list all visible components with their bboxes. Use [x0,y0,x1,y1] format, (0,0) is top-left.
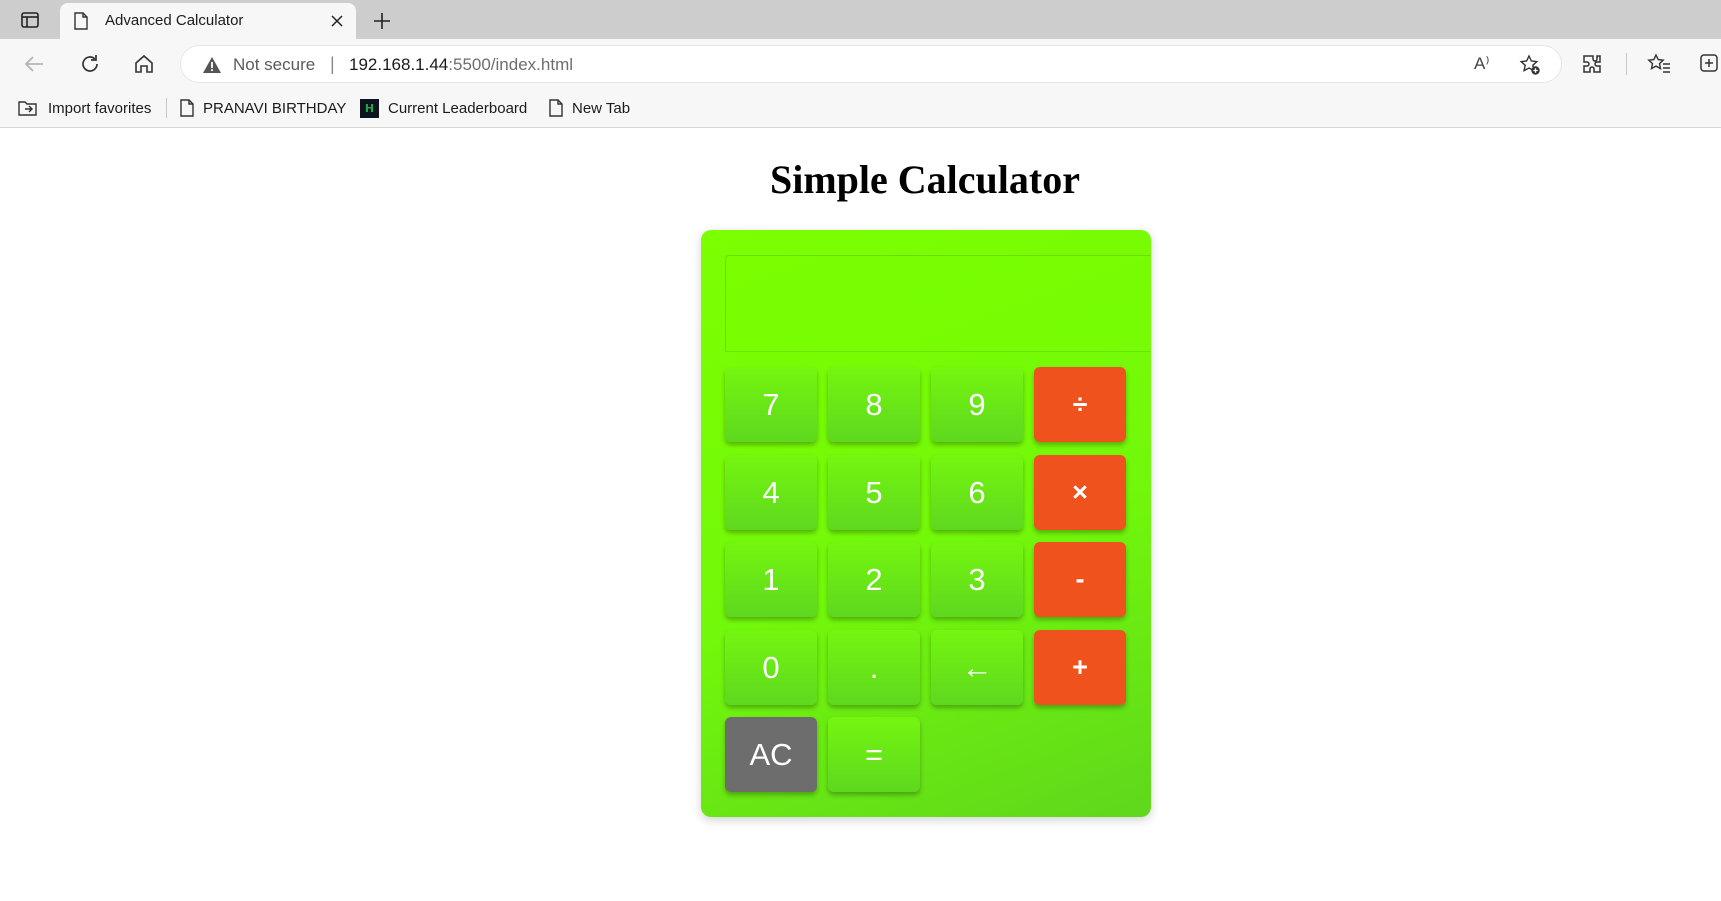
divide-button[interactable]: ÷ [1034,367,1126,442]
multiply-button[interactable]: × [1034,455,1126,530]
key-6[interactable]: 6 [931,455,1023,530]
url-host: 192.168.1.44 [349,55,449,74]
key-4[interactable]: 4 [725,455,817,530]
security-label[interactable]: Not secure [233,55,315,75]
key-7[interactable]: 7 [725,367,817,442]
bookmark-label: New Tab [572,99,631,117]
bookmark-label: Import favorites [48,99,152,117]
bookmark-current-leaderboard[interactable]: H Current Leaderboard [360,96,527,120]
page-icon [180,99,194,117]
toolbar-divider [1626,53,1627,75]
hackerrank-logo-icon: H [360,98,379,118]
key-8[interactable]: 8 [828,367,920,442]
bookmarks-bar: Import favorites PRANAVI BIRTHDAY H Curr… [0,88,1721,128]
page-title: Simple Calculator [770,157,1080,202]
address-separator: | [330,54,335,74]
warning-icon[interactable] [202,56,222,79]
add-button[interactable]: + [1034,630,1126,705]
bookmark-label: Current Leaderboard [388,99,528,117]
favorites-icon[interactable] [1644,49,1674,79]
import-favorites-icon [18,101,37,116]
bookmark-pranavi-birthday[interactable]: PRANAVI BIRTHDAY [180,96,346,120]
url-path: :5500/index.html [448,55,574,74]
key-1[interactable]: 1 [725,542,817,617]
home-icon[interactable] [129,49,159,79]
key-9[interactable]: 9 [931,367,1023,442]
browser-toolbar: Not secure | 192.168.1.44:5500/index.htm… [0,39,1721,88]
bookmark-import-favorites[interactable]: Import favorites [17,96,151,120]
page-icon [74,12,88,35]
active-tab[interactable]: Advanced Calculator [60,3,356,39]
page-icon [549,99,563,117]
key-5[interactable]: 5 [828,455,920,530]
tab-title: Advanced Calculator [105,12,244,29]
key-0[interactable]: 0 [725,630,817,705]
clear-button[interactable]: AC [725,717,817,792]
tab-actions-icon[interactable] [14,6,46,34]
equals-button[interactable]: = [828,717,920,792]
backspace-button[interactable]: ← [931,630,1023,705]
bookmarks-divider [166,98,167,118]
add-favorite-icon[interactable] [1519,54,1541,81]
read-aloud-icon[interactable]: A⁾ [1474,54,1490,74]
subtract-button[interactable]: - [1034,542,1126,617]
tab-strip: Advanced Calculator [0,0,1721,39]
bookmark-new-tab[interactable]: New Tab [549,96,630,120]
calculator-display[interactable] [725,255,1151,352]
bookmark-label: PRANAVI BIRTHDAY [203,99,347,117]
decimal-button[interactable]: . [828,630,920,705]
key-2[interactable]: 2 [828,542,920,617]
extensions-icon[interactable] [1577,49,1607,79]
refresh-icon[interactable] [75,49,105,79]
close-tab-icon[interactable] [326,10,348,32]
url-text[interactable]: 192.168.1.44:5500/index.html [349,55,573,75]
back-icon[interactable] [19,49,49,79]
calculator: 7 8 9 ÷ 4 5 6 × 1 2 3 - 0 . ← + AC = [701,230,1151,817]
address-bar[interactable]: Not secure | 192.168.1.44:5500/index.htm… [180,45,1562,83]
new-tab-icon[interactable] [368,7,396,35]
key-3[interactable]: 3 [931,542,1023,617]
collections-icon[interactable] [1697,49,1721,79]
